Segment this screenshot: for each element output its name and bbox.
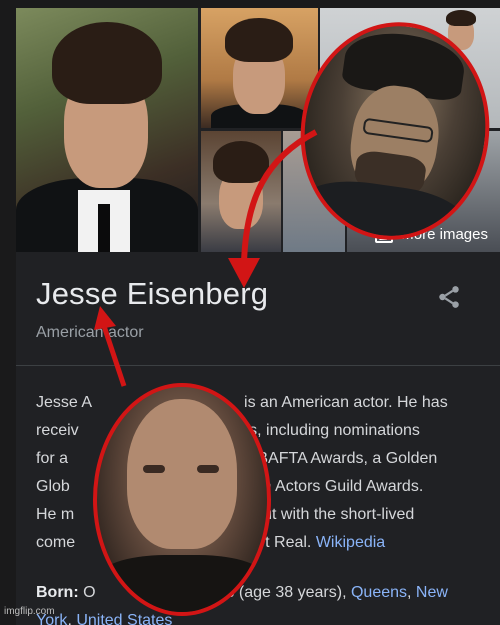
annotation-arrows	[94, 129, 318, 387]
knowledge-panel: More images Jesse Eisenberg American act…	[16, 8, 500, 625]
watermark: imgflip.com	[4, 606, 55, 617]
